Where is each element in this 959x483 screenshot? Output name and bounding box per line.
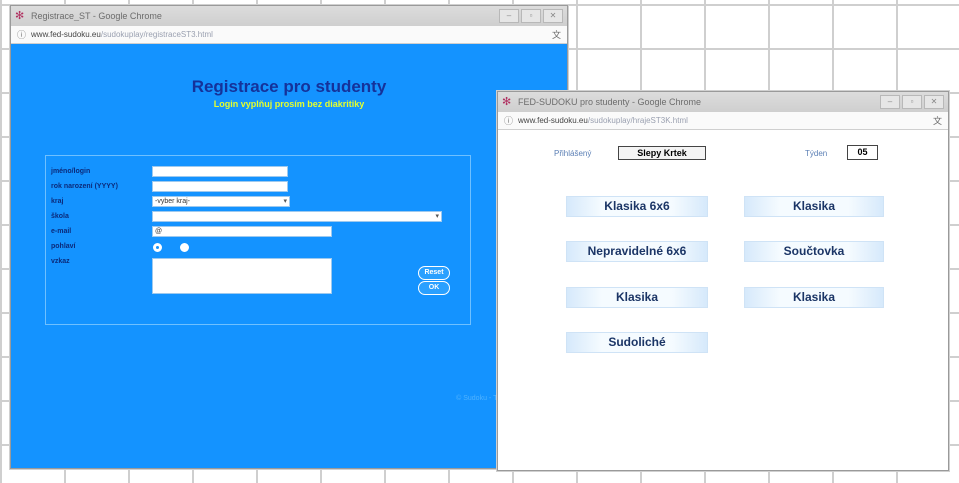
- chevron-down-icon: ▾: [435, 213, 439, 220]
- week-label: Týden: [805, 149, 828, 158]
- name-label: jméno/login: [51, 168, 91, 175]
- window-titlebar[interactable]: ✻ FED-SUDOKU pro studenty - Google Chrom…: [498, 92, 948, 112]
- page-info-icon[interactable]: ⓘ: [504, 114, 513, 127]
- birth-year-input[interactable]: [152, 181, 288, 192]
- game-button-sudoliche[interactable]: Sudoliché: [566, 332, 708, 353]
- email-input[interactable]: @: [152, 226, 332, 237]
- page-subtitle: Login vyplňuj prosím bez diakritiky: [213, 99, 365, 109]
- game-button-klasika[interactable]: Klasika: [744, 196, 884, 217]
- address-path: /sudokuplay/registraceST3.html: [100, 30, 213, 39]
- game-button-klasika-3[interactable]: Klasika: [744, 287, 884, 308]
- address-bar[interactable]: ⓘ www.fed-sudoku.eu /sudokuplay/registra…: [11, 26, 567, 44]
- minimize-button[interactable]: –: [499, 9, 519, 23]
- address-host: www.fed-sudoku.eu: [31, 30, 101, 39]
- login-value: Slepy Krtek: [618, 146, 706, 160]
- week-value: 05: [847, 145, 878, 160]
- close-button[interactable]: ✕: [924, 95, 944, 109]
- reset-button[interactable]: Reset: [418, 266, 450, 280]
- sudoku-menu-page: Přihlášený Slepy Krtek Týden 05 Klasika …: [498, 130, 948, 470]
- school-label: škola: [51, 213, 69, 220]
- maximize-button[interactable]: ▫: [521, 9, 541, 23]
- translate-icon[interactable]: 文: [552, 28, 561, 41]
- chevron-down-icon: ▾: [283, 198, 287, 205]
- name-input[interactable]: [152, 166, 288, 177]
- gender-radio-2[interactable]: [180, 243, 189, 252]
- gender-radio-1[interactable]: [153, 243, 162, 252]
- minimize-button[interactable]: –: [880, 95, 900, 109]
- registration-page: Registrace pro studenty Login vyplňuj pr…: [11, 44, 567, 468]
- close-button[interactable]: ✕: [543, 9, 563, 23]
- address-path: /sudokuplay/hrajeST3K.html: [587, 116, 688, 125]
- address-bar[interactable]: ⓘ www.fed-sudoku.eu /sudokuplay/hrajeST3…: [498, 112, 948, 130]
- address-host: www.fed-sudoku.eu: [518, 116, 588, 125]
- email-label: e-mail: [51, 228, 72, 235]
- window-titlebar[interactable]: ✻ Registrace_ST - Google Chrome – ▫ ✕: [11, 6, 567, 26]
- school-select[interactable]: ▾: [152, 211, 442, 222]
- birth-year-label: rok narození (YYYY): [51, 183, 118, 190]
- message-textarea[interactable]: [152, 258, 332, 294]
- game-button-klasika-2[interactable]: Klasika: [566, 287, 708, 308]
- region-select[interactable]: -vyber kraj- ▾: [152, 196, 290, 207]
- page-info-icon[interactable]: ⓘ: [17, 28, 26, 41]
- message-label: vzkaz: [51, 258, 70, 265]
- registration-form: jméno/login rok narození (YYYY) kraj -vy…: [45, 155, 471, 325]
- ok-button[interactable]: OK: [418, 281, 450, 295]
- chrome-app-icon: ✻: [15, 10, 25, 22]
- game-button-souctovka[interactable]: Součtovka: [744, 241, 884, 262]
- sudoku-window[interactable]: ✻ FED-SUDOKU pro studenty - Google Chrom…: [497, 91, 949, 471]
- chrome-app-icon: ✻: [502, 96, 512, 108]
- region-select-value: -vyber kraj-: [155, 198, 191, 205]
- region-label: kraj: [51, 198, 64, 205]
- login-label: Přihlášený: [554, 149, 592, 158]
- registration-window[interactable]: ✻ Registrace_ST - Google Chrome – ▫ ✕ ⓘ …: [10, 5, 568, 469]
- game-button-nepravidelne-6x6[interactable]: Nepravidelné 6x6: [566, 241, 708, 262]
- window-title: Registrace_ST - Google Chrome: [31, 11, 162, 21]
- gender-label: pohlaví: [51, 243, 76, 250]
- translate-icon[interactable]: 文: [933, 114, 942, 127]
- window-title: FED-SUDOKU pro studenty - Google Chrome: [518, 97, 702, 107]
- maximize-button[interactable]: ▫: [902, 95, 922, 109]
- game-button-klasika-6x6[interactable]: Klasika 6x6: [566, 196, 708, 217]
- page-title: Registrace pro studenty: [191, 77, 387, 96]
